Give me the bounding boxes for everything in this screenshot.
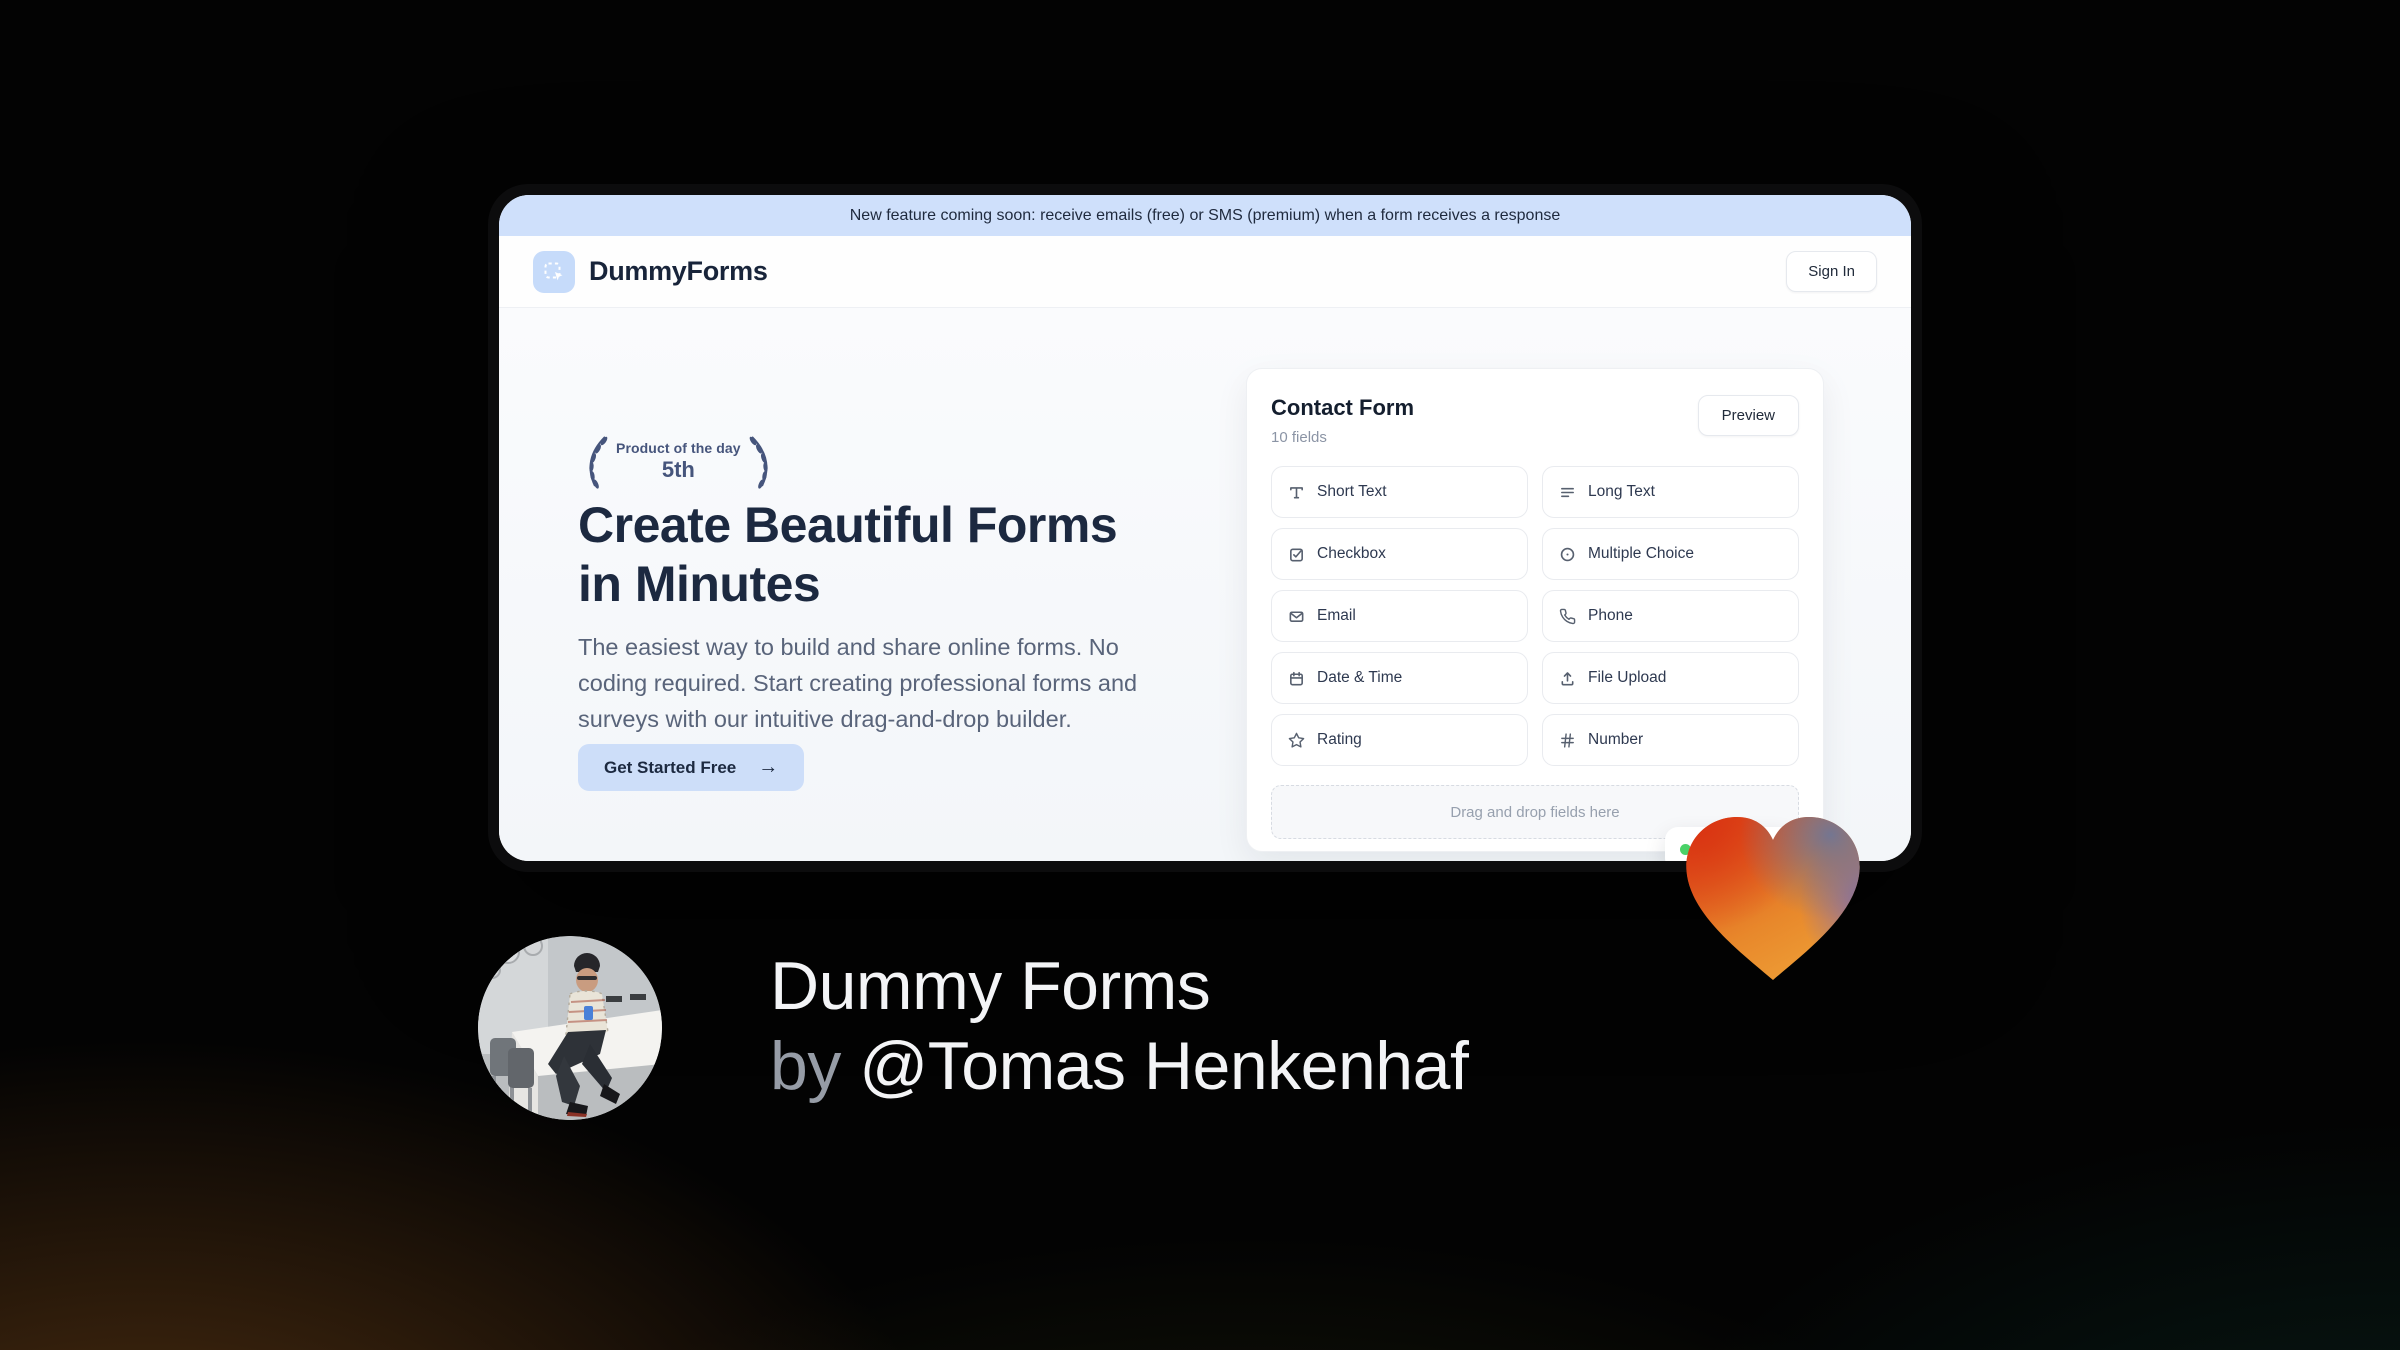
hash-icon <box>1559 732 1576 749</box>
author-avatar <box>478 936 662 1120</box>
drag-drop-label: Drag and drop fields here <box>1450 803 1620 821</box>
field-type-email[interactable]: Email <box>1271 590 1528 642</box>
arrow-right-icon: → <box>758 756 779 778</box>
field-type-rating[interactable]: Rating <box>1271 714 1528 766</box>
announcement-banner: New feature coming soon: receive emails … <box>499 195 1911 236</box>
form-title: Contact Form <box>1271 395 1414 420</box>
phone-icon <box>1559 608 1576 625</box>
app-window-content: New feature coming soon: receive emails … <box>499 195 1911 861</box>
field-type-date-time[interactable]: Date & Time <box>1271 652 1528 704</box>
product-of-the-day-badge: Product of the day 5th <box>578 432 779 490</box>
credit-by: by <box>770 1028 860 1105</box>
field-type-checkbox[interactable]: Checkbox <box>1271 528 1528 580</box>
credit-byline: by @Tomas Henkenhaf <box>770 1026 1469 1106</box>
top-nav: DummyForms Sign In <box>499 236 1911 308</box>
credit-text: Dummy Forms by @Tomas Henkenhaf <box>770 946 1469 1106</box>
promo-card: New feature coming soon: receive emails … <box>0 0 2400 1350</box>
announcement-text: New feature coming soon: receive emails … <box>849 206 1561 224</box>
brand-name: DummyForms <box>589 256 768 286</box>
form-meta: Contact Form 10 fields <box>1271 395 1414 446</box>
field-type-short-text[interactable]: Short Text <box>1271 466 1528 518</box>
award-text: Product of the day 5th <box>616 439 741 482</box>
field-type-phone[interactable]: Phone <box>1542 590 1799 642</box>
credit-product-name: Dummy Forms <box>770 948 1211 1024</box>
radio-circle-icon <box>1559 546 1576 563</box>
get-started-label: Get Started Free <box>604 757 737 777</box>
sign-in-button[interactable]: Sign In <box>1786 251 1877 292</box>
field-type-number[interactable]: Number <box>1542 714 1799 766</box>
laurel-right-icon <box>749 436 768 489</box>
get-started-button[interactable]: Get Started Free → <box>578 744 805 791</box>
field-type-multiple-choice[interactable]: Multiple Choice <box>1542 528 1799 580</box>
dummyforms-logo-icon <box>533 250 575 293</box>
field-type-long-text[interactable]: Long Text <box>1542 466 1799 518</box>
brand[interactable]: DummyForms <box>533 250 768 293</box>
app-window: New feature coming soon: receive emails … <box>488 184 1922 872</box>
field-type-grid: Short Text Long Text Checkbox Multiple C… <box>1271 466 1799 766</box>
form-builder-card: Contact Form 10 fields Preview Short Tex… <box>1246 368 1824 861</box>
laurel-left-icon <box>589 436 608 489</box>
star-icon <box>1288 732 1305 749</box>
hero-description: The easiest way to build and share onlin… <box>578 634 1138 732</box>
calendar-icon <box>1288 670 1305 687</box>
upload-icon <box>1559 670 1576 687</box>
envelope-icon <box>1288 608 1305 625</box>
field-type-file-upload[interactable]: File Upload <box>1542 652 1799 704</box>
short-text-icon <box>1288 484 1305 501</box>
hero-section: Product of the day 5th Create Beautiful … <box>499 308 1911 861</box>
hero-title: Create Beautiful Forms in Minutes <box>578 497 1118 612</box>
long-text-icon <box>1559 484 1576 501</box>
credit-author-handle: @Tomas Henkenhaf <box>859 1028 1469 1105</box>
checkbox-icon <box>1288 546 1305 563</box>
preview-button[interactable]: Preview <box>1697 395 1799 436</box>
form-field-count: 10 fields <box>1271 429 1327 446</box>
